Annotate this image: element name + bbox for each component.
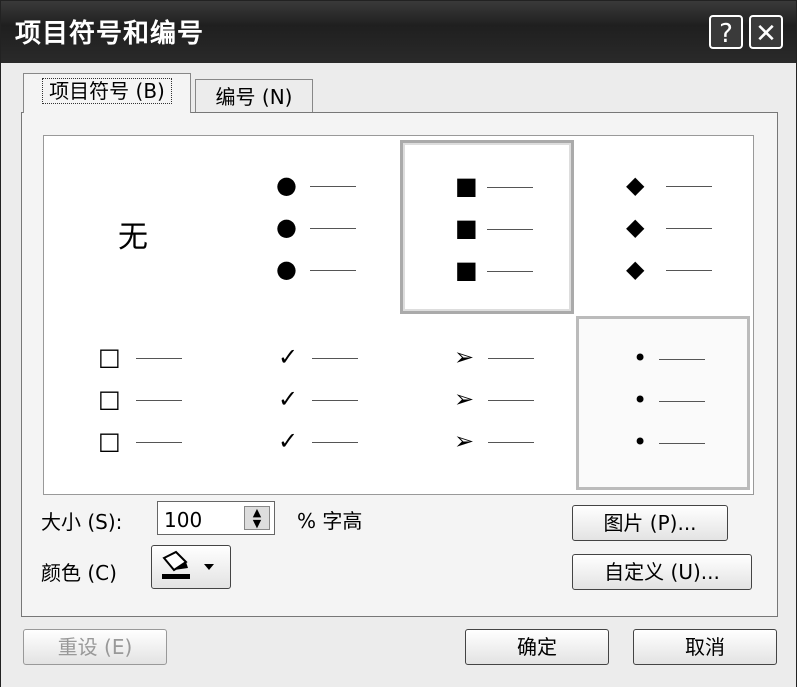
- bullet-style-filled-circle[interactable]: ● ● ●: [224, 140, 398, 314]
- filled-circle-icon: ●: [276, 213, 297, 241]
- arrowhead-icon: ➢: [454, 343, 475, 371]
- bullet-style-none[interactable]: 无: [48, 140, 222, 314]
- filled-diamond-icon: ◆: [626, 171, 645, 199]
- reset-button: 重设 (E): [23, 629, 167, 665]
- filled-square-icon: ■: [455, 172, 478, 200]
- ok-button[interactable]: 确定: [465, 629, 609, 665]
- checkmark-icon: ✓: [278, 427, 299, 455]
- picture-button[interactable]: 图片 (P)...: [572, 505, 728, 541]
- filled-circle-icon: ●: [276, 171, 297, 199]
- size-suffix: % 字高: [297, 509, 363, 533]
- small-dot-icon: •: [633, 386, 648, 414]
- filled-diamond-icon: ◆: [626, 213, 645, 241]
- filled-square-icon: ■: [455, 214, 478, 242]
- bullet-style-hollow-square[interactable]: □ □ □: [48, 318, 222, 492]
- cancel-button[interactable]: 取消: [633, 629, 777, 665]
- arrowhead-icon: ➢: [454, 385, 475, 413]
- tab-bullets[interactable]: 项目符号 (B): [23, 73, 191, 113]
- filled-diamond-icon: ◆: [626, 255, 645, 283]
- dialog-title: 项目符号和编号: [15, 19, 205, 49]
- size-label: 大小 (S):: [41, 510, 123, 534]
- bullet-style-small-dot[interactable]: • • •: [576, 316, 750, 490]
- hollow-square-icon: □: [98, 385, 121, 413]
- bullet-style-checkmark[interactable]: ✓ ✓ ✓: [224, 318, 398, 492]
- filled-circle-icon: ●: [276, 255, 297, 283]
- bullet-gallery: 无 ● ● ● ■ ■ ■ ◆ ◆ ◆ □ □ □ ✓ ✓ ✓ ➢ ➢ ➢ • …: [43, 135, 754, 495]
- color-picker-button[interactable]: [151, 545, 231, 589]
- help-icon[interactable]: ?: [709, 15, 743, 49]
- tab-numbering[interactable]: 编号 (N): [195, 79, 313, 115]
- customize-button[interactable]: 自定义 (U)...: [572, 554, 752, 590]
- close-icon[interactable]: ✕: [749, 15, 783, 49]
- tab-bullets-label: 项目符号 (B): [42, 78, 172, 104]
- small-dot-icon: •: [633, 344, 648, 372]
- bullets-numbering-dialog: 项目符号和编号 ? ✕ 编号 (N) 项目符号 (B) 无 ● ● ● ■ ■ …: [0, 0, 797, 687]
- bullet-style-filled-diamond[interactable]: ◆ ◆ ◆: [576, 140, 750, 314]
- title-bar: 项目符号和编号 ? ✕: [1, 1, 796, 63]
- arrowhead-icon: ➢: [454, 427, 475, 455]
- hollow-square-icon: □: [98, 427, 121, 455]
- bullet-style-arrowhead[interactable]: ➢ ➢ ➢: [400, 318, 574, 492]
- checkmark-icon: ✓: [278, 343, 299, 371]
- tab-numbering-label: 编号 (N): [215, 85, 293, 109]
- filled-square-icon: ■: [455, 256, 478, 284]
- bullet-style-filled-square[interactable]: ■ ■ ■: [400, 140, 574, 314]
- paint-bucket-icon: [162, 550, 214, 579]
- hollow-square-icon: □: [98, 343, 121, 371]
- size-input[interactable]: 100 ▲ ▼: [157, 501, 275, 535]
- size-value: 100: [164, 508, 203, 532]
- size-spinner[interactable]: ▲ ▼: [244, 506, 270, 530]
- none-label: 无: [118, 220, 148, 255]
- checkmark-icon: ✓: [278, 385, 299, 413]
- color-label: 颜色 (C): [41, 561, 117, 585]
- small-dot-icon: •: [633, 428, 648, 456]
